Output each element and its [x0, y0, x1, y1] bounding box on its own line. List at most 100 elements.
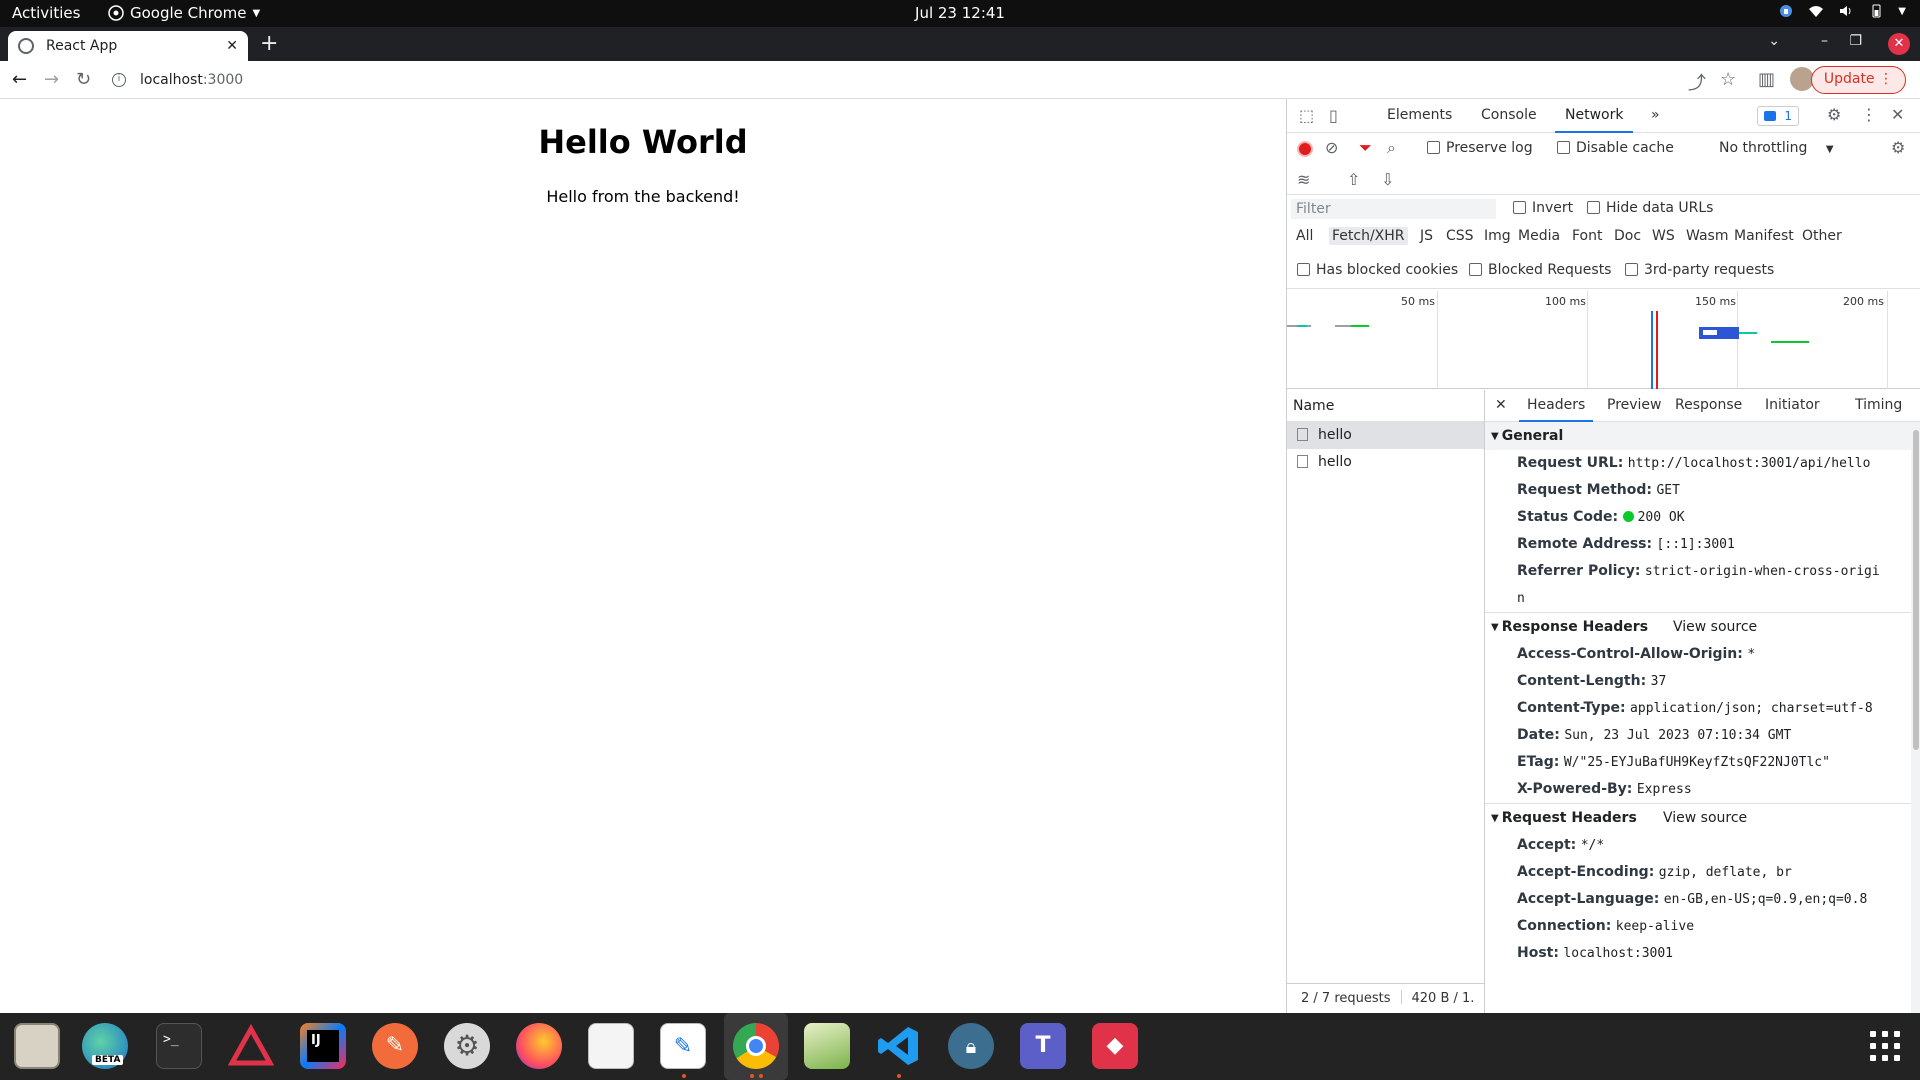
type-js[interactable]: JS [1417, 227, 1436, 245]
new-tab-button[interactable]: + [260, 31, 278, 56]
activities-button[interactable]: Activities [12, 4, 80, 22]
filter-input[interactable]: Filter [1291, 199, 1496, 219]
postman-icon[interactable]: ✎ [372, 1023, 418, 1069]
clear-icon[interactable]: ⊘ [1325, 138, 1338, 157]
throttling-select[interactable]: No throttling ▼ [1719, 140, 1834, 156]
running-indicator [897, 1074, 901, 1078]
expand-triangle-icon: ▼ [1491, 813, 1499, 824]
request-row[interactable]: hello [1287, 449, 1484, 476]
image-editor-icon[interactable] [804, 1023, 850, 1069]
has-blocked-cookies-checkbox[interactable]: Has blocked cookies [1297, 262, 1458, 278]
hide-data-urls-checkbox[interactable]: Hide data URLs [1587, 200, 1713, 216]
app-menu[interactable]: Google Chrome ▼ [108, 4, 260, 22]
network-conditions-icon[interactable]: ≋ [1297, 170, 1310, 189]
restore-button[interactable]: ❐ [1849, 33, 1862, 49]
triangle-app-icon[interactable] [227, 1023, 275, 1069]
back-arrow-icon[interactable]: ← [12, 69, 27, 90]
type-other[interactable]: Other [1799, 227, 1845, 245]
more-tabs-button[interactable]: » [1651, 107, 1660, 123]
third-party-requests-checkbox[interactable]: 3rd-party requests [1625, 262, 1774, 278]
type-manifest[interactable]: Manifest [1731, 227, 1797, 245]
type-css[interactable]: CSS [1443, 227, 1477, 245]
vscode-icon[interactable] [876, 1023, 922, 1069]
issues-badge[interactable]: 1 [1757, 106, 1799, 126]
share-icon[interactable]: ⤴ [1688, 69, 1706, 95]
network-settings-gear-icon[interactable]: ⚙ [1891, 138, 1905, 157]
tab-network[interactable]: Network [1554, 107, 1635, 133]
type-ws[interactable]: WS [1649, 227, 1678, 245]
detail-scrollbar[interactable] [1911, 422, 1920, 1013]
edge-beta-icon[interactable]: BETA [82, 1023, 128, 1069]
tab-initiator[interactable]: Initiator [1765, 397, 1820, 413]
filter-funnel-icon[interactable]: ⏷ [1359, 138, 1372, 158]
type-wasm[interactable]: Wasm [1683, 227, 1731, 245]
show-apps-grid-icon[interactable] [1870, 1031, 1900, 1061]
running-indicator [750, 1074, 754, 1078]
address-bar[interactable]: i localhost:3000 [112, 67, 1672, 93]
header-value: gzip, deflate, br [1658, 865, 1792, 880]
terminal-icon[interactable]: >_ [156, 1023, 202, 1069]
close-devtools-icon[interactable]: ✕ [1891, 105, 1904, 124]
type-img[interactable]: Img [1481, 227, 1514, 245]
tab-headers[interactable]: Headers [1518, 397, 1594, 422]
text-editor-icon[interactable]: ✎ [660, 1023, 706, 1069]
scrollbar-thumb[interactable] [1913, 430, 1919, 750]
tab-console[interactable]: Console [1481, 107, 1537, 123]
view-source-link[interactable]: View source [1663, 804, 1747, 832]
app-menu-label: Google Chrome [130, 4, 247, 22]
response-headers-header[interactable]: ▼ Response Headers View source [1485, 613, 1920, 641]
clock[interactable]: Jul 23 12:41 [915, 4, 1005, 22]
tab-search-chevron-icon[interactable]: ⌄ [1768, 33, 1780, 49]
type-fetch-xhr[interactable]: Fetch/XHR [1329, 227, 1408, 245]
disable-cache-checkbox[interactable]: Disable cache [1557, 140, 1674, 156]
type-doc[interactable]: Doc [1611, 227, 1644, 245]
request-row[interactable]: hello [1287, 422, 1484, 449]
browser-tab[interactable]: React App ✕ [8, 31, 248, 61]
preserve-log-checkbox[interactable]: Preserve log [1427, 140, 1533, 156]
type-font[interactable]: Font [1569, 227, 1605, 245]
system-tray[interactable]: ▼ [1778, 3, 1906, 19]
intellij-icon[interactable]: IJ [300, 1023, 346, 1069]
reload-icon[interactable]: ↻ [76, 69, 91, 90]
site-info-icon[interactable]: i [112, 73, 126, 87]
vpn-client-icon[interactable]: 🔒︎ [948, 1023, 994, 1069]
teams-icon[interactable]: T [1020, 1023, 1066, 1069]
tab-timing[interactable]: Timing [1855, 397, 1902, 413]
tab-response[interactable]: Response [1675, 397, 1742, 413]
settings-gear-icon[interactable]: ⚙ [1827, 105, 1841, 124]
device-toolbar-icon[interactable]: ▯ [1329, 106, 1338, 125]
files-icon[interactable] [14, 1023, 60, 1069]
bookmark-star-icon[interactable]: ☆ [1720, 69, 1736, 90]
import-har-icon[interactable]: ⇧ [1347, 170, 1360, 189]
search-icon[interactable]: ⌕ [1387, 138, 1396, 158]
inspect-element-icon[interactable]: ⬚ [1299, 106, 1314, 125]
header-row: Content-Type: application/json; charset=… [1485, 695, 1920, 722]
firefox-icon[interactable] [516, 1023, 562, 1069]
tab-preview[interactable]: Preview [1607, 397, 1662, 413]
view-source-link[interactable]: View source [1673, 613, 1757, 641]
chrome-icon[interactable] [733, 1023, 779, 1069]
name-column-header[interactable]: Name [1287, 390, 1484, 422]
forward-arrow-icon[interactable]: → [44, 69, 59, 90]
document-viewer-icon[interactable] [588, 1023, 634, 1069]
page-heading: Hello World [538, 123, 748, 161]
network-overview-timeline[interactable]: 50 ms 100 ms 150 ms 200 ms [1287, 291, 1920, 389]
export-har-icon[interactable]: ⇩ [1381, 170, 1394, 189]
type-all[interactable]: All [1293, 227, 1316, 245]
tab-close-icon[interactable]: ✕ [226, 38, 238, 54]
request-headers-header[interactable]: ▼ Request Headers View source [1485, 804, 1920, 832]
general-section-header[interactable]: ▼ General [1485, 422, 1920, 450]
update-button[interactable]: Update ⋮ [1810, 66, 1906, 94]
close-detail-icon[interactable]: ✕ [1495, 397, 1507, 413]
devtools-menu-icon[interactable]: ⋮ [1861, 105, 1877, 124]
minimize-button[interactable]: – [1821, 33, 1828, 49]
settings-icon[interactable]: ⚙ [444, 1023, 490, 1069]
tab-elements[interactable]: Elements [1387, 107, 1452, 123]
blocked-requests-checkbox[interactable]: Blocked Requests [1469, 262, 1611, 278]
record-icon[interactable] [1297, 141, 1313, 157]
type-media[interactable]: Media [1515, 227, 1563, 245]
invert-checkbox[interactable]: Invert [1513, 200, 1573, 216]
window-close-button[interactable]: ✕ [1888, 33, 1910, 55]
side-panel-icon[interactable]: ▥ [1758, 69, 1775, 90]
anydesk-icon[interactable]: ◆ [1092, 1023, 1138, 1069]
